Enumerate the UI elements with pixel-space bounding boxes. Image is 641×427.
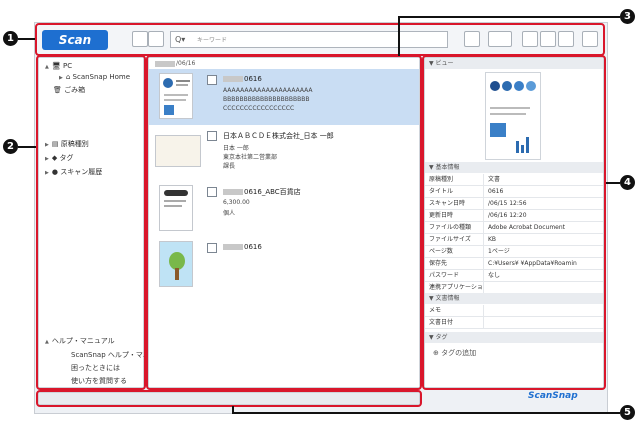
callout-line [18,146,36,148]
callout-line [606,182,620,184]
callout-line [232,412,620,414]
highlight-list [146,55,422,390]
highlight-statusbar [36,390,422,407]
callout-5: 5 [620,405,635,420]
callout-line [398,16,400,56]
callout-line [398,16,620,18]
callout-3: 3 [620,9,635,24]
callout-line [18,38,35,40]
callout-2: 2 [3,139,18,154]
scansnap-logo: ScanSnap [528,391,578,401]
highlight-sidebar [36,55,146,390]
callout-1: 1 [3,31,18,46]
highlight-viewer [422,55,606,390]
callout-4: 4 [620,175,635,190]
highlight-toolbar [35,23,605,56]
callout-line [232,406,234,414]
